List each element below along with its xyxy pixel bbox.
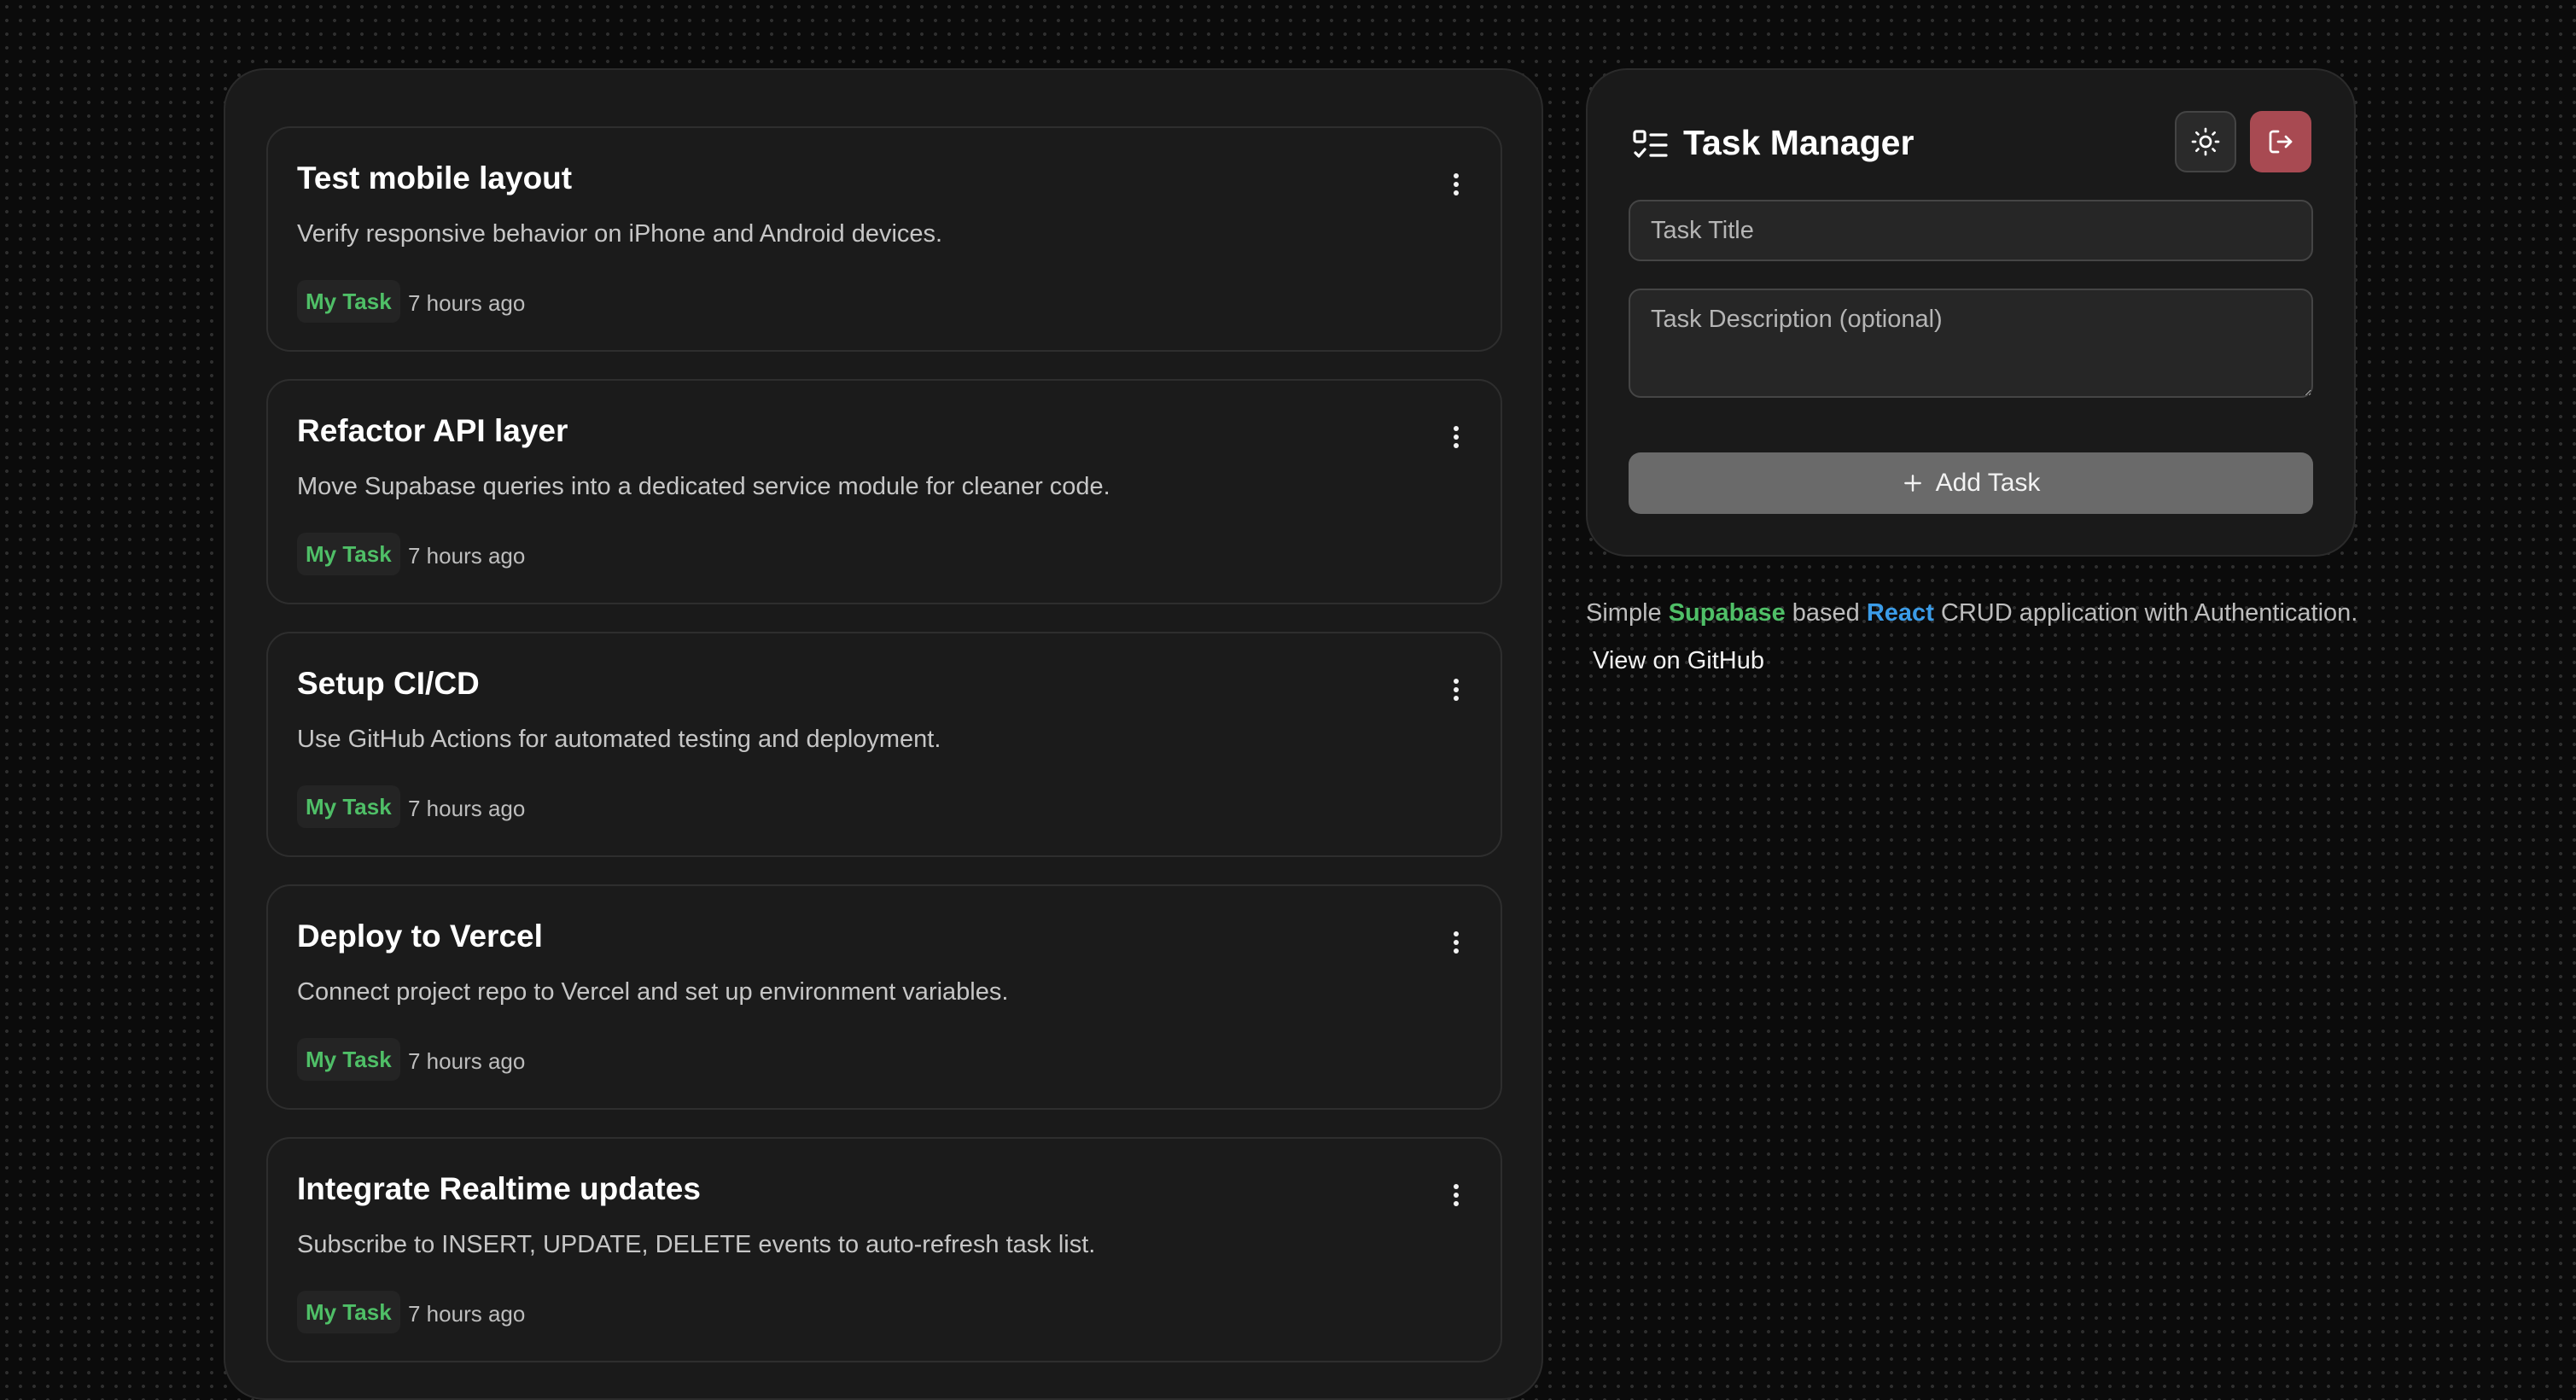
react-link[interactable]: React bbox=[1867, 599, 1934, 627]
task-card: Integrate Realtime updates Subscribe to … bbox=[266, 1137, 1502, 1362]
task-time: 7 hours ago bbox=[408, 796, 526, 821]
footer-prefix: Simple bbox=[1586, 599, 1662, 627]
more-options-icon[interactable] bbox=[1437, 1176, 1475, 1214]
app-title: Task Manager bbox=[1683, 123, 1915, 162]
task-description-input[interactable] bbox=[1629, 289, 2313, 398]
task-description: Move Supabase queries into a dedicated s… bbox=[297, 473, 1110, 500]
task-title-input[interactable] bbox=[1629, 200, 2313, 261]
task-description: Verify responsive behavior on iPhone and… bbox=[297, 220, 943, 248]
logout-icon bbox=[2269, 130, 2293, 154]
github-link[interactable]: View on GitHub bbox=[1593, 647, 1764, 675]
task-description: Subscribe to INSERT, UPDATE, DELETE even… bbox=[297, 1231, 1096, 1258]
task-title: Test mobile layout bbox=[297, 160, 573, 195]
task-badge: My Task bbox=[297, 280, 400, 323]
add-task-label: Add Task bbox=[1935, 469, 2041, 497]
plus-icon bbox=[1903, 475, 1921, 492]
task-badge: My Task bbox=[297, 785, 400, 828]
add-task-button[interactable]: Add Task bbox=[1629, 452, 2313, 514]
footer-middle: based bbox=[1792, 599, 1860, 627]
task-title: Deploy to Vercel bbox=[297, 919, 543, 954]
task-card: Setup CI/CD Use GitHub Actions for autom… bbox=[266, 632, 1502, 857]
more-options-icon[interactable] bbox=[1437, 418, 1475, 456]
task-card: Refactor API layer Move Supabase queries… bbox=[266, 379, 1502, 604]
task-description: Connect project repo to Vercel and set u… bbox=[297, 978, 1009, 1006]
task-time: 7 hours ago bbox=[408, 290, 526, 316]
logout-button[interactable] bbox=[2250, 111, 2311, 172]
footer-suffix: CRUD application with Authentication. bbox=[1940, 599, 2358, 627]
task-badge: My Task bbox=[297, 533, 400, 575]
theme-toggle-button[interactable] bbox=[2175, 111, 2236, 172]
task-time: 7 hours ago bbox=[408, 1048, 526, 1074]
task-badge: My Task bbox=[297, 1291, 400, 1333]
task-description: Use GitHub Actions for automated testing… bbox=[297, 726, 941, 753]
checklist-icon bbox=[1633, 130, 1668, 158]
task-list-panel: Test mobile layout Verify responsive beh… bbox=[224, 68, 1543, 1400]
supabase-link[interactable]: Supabase bbox=[1669, 599, 1786, 627]
task-title: Integrate Realtime updates bbox=[297, 1171, 701, 1206]
task-card: Deploy to Vercel Connect project repo to… bbox=[266, 884, 1502, 1110]
task-card: Test mobile layout Verify responsive beh… bbox=[266, 126, 1502, 352]
footer-description: Simple Supabase based React CRUD applica… bbox=[1586, 599, 2357, 627]
task-title: Refactor API layer bbox=[297, 413, 568, 448]
more-options-icon[interactable] bbox=[1437, 924, 1475, 961]
task-form-panel: Task Manager Add Task bbox=[1586, 68, 2356, 557]
more-options-icon[interactable] bbox=[1437, 166, 1475, 203]
more-options-icon[interactable] bbox=[1437, 671, 1475, 709]
task-badge: My Task bbox=[297, 1038, 400, 1081]
task-time: 7 hours ago bbox=[408, 1301, 526, 1327]
sun-icon bbox=[2191, 127, 2220, 156]
task-title: Setup CI/CD bbox=[297, 666, 480, 701]
task-time: 7 hours ago bbox=[408, 543, 526, 569]
